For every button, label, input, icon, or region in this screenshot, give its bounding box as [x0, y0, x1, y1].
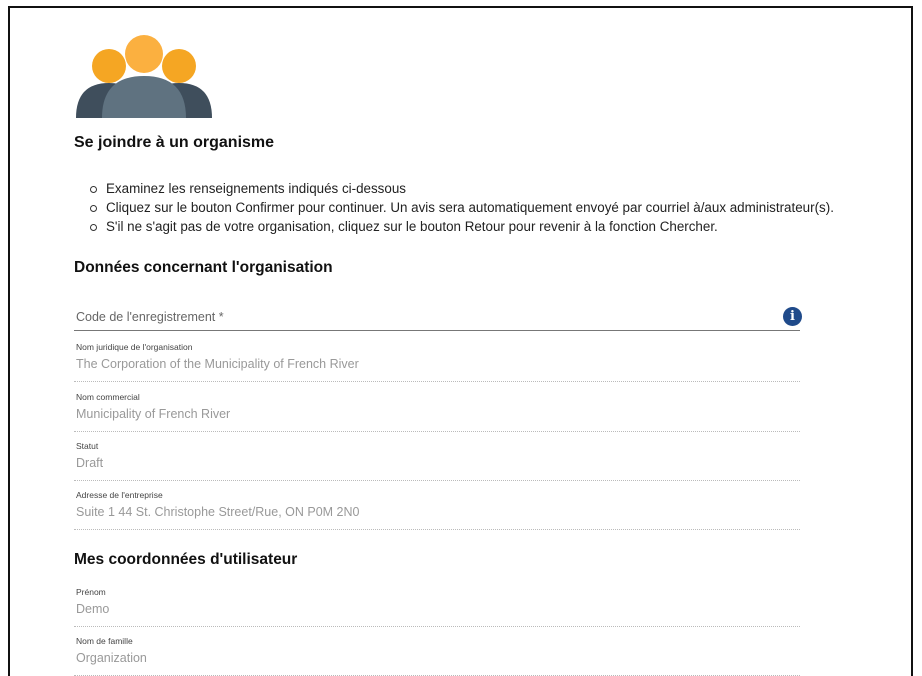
instructions-list: Examinez les renseignements indiqués ci-…	[88, 179, 834, 236]
page-frame: Se joindre à un organisme Examinez les r…	[8, 6, 913, 676]
trade-name-label: Nom commercial	[76, 392, 140, 402]
status-field: Statut Draft	[74, 441, 800, 481]
last-name-label: Nom de famille	[76, 636, 133, 646]
legal-name-label: Nom juridique de l'organisation	[76, 342, 193, 352]
first-name-field: Prénom Demo	[74, 587, 800, 627]
status-value: Draft	[76, 456, 104, 470]
user-section-title: Mes coordonnées d'utilisateur	[74, 551, 298, 568]
group-of-people-icon	[76, 35, 212, 118]
legal-name-field: Nom juridique de l'organisation The Corp…	[74, 342, 800, 382]
registration-code-placeholder: Code de l'enregistrement *	[76, 310, 224, 324]
first-name-label: Prénom	[76, 587, 106, 597]
info-icon[interactable]: i	[783, 307, 802, 326]
business-address-value: Suite 1 44 St. Christophe Street/Rue, ON…	[76, 505, 360, 519]
instruction-item: S'il ne s'agit pas de votre organisation…	[88, 217, 834, 236]
org-section-title: Données concernant l'organisation	[74, 259, 333, 276]
trade-name-field: Nom commercial Municipality of French Ri…	[74, 392, 800, 432]
legal-name-value: The Corporation of the Municipality of F…	[76, 357, 359, 371]
instruction-item: Examinez les renseignements indiqués ci-…	[88, 179, 834, 198]
registration-code-input[interactable]: Code de l'enregistrement * i	[74, 305, 802, 331]
last-name-field: Nom de famille Organization	[74, 636, 800, 676]
trade-name-value: Municipality of French River	[76, 407, 231, 421]
business-address-field: Adresse de l'entreprise Suite 1 44 St. C…	[74, 490, 800, 530]
first-name-value: Demo	[76, 602, 110, 616]
business-address-label: Adresse de l'entreprise	[76, 490, 163, 500]
page-title: Se joindre à un organisme	[74, 134, 275, 151]
instruction-item: Cliquez sur le bouton Confirmer pour con…	[88, 198, 834, 217]
last-name-value: Organization	[76, 651, 147, 665]
status-label: Statut	[76, 441, 99, 451]
